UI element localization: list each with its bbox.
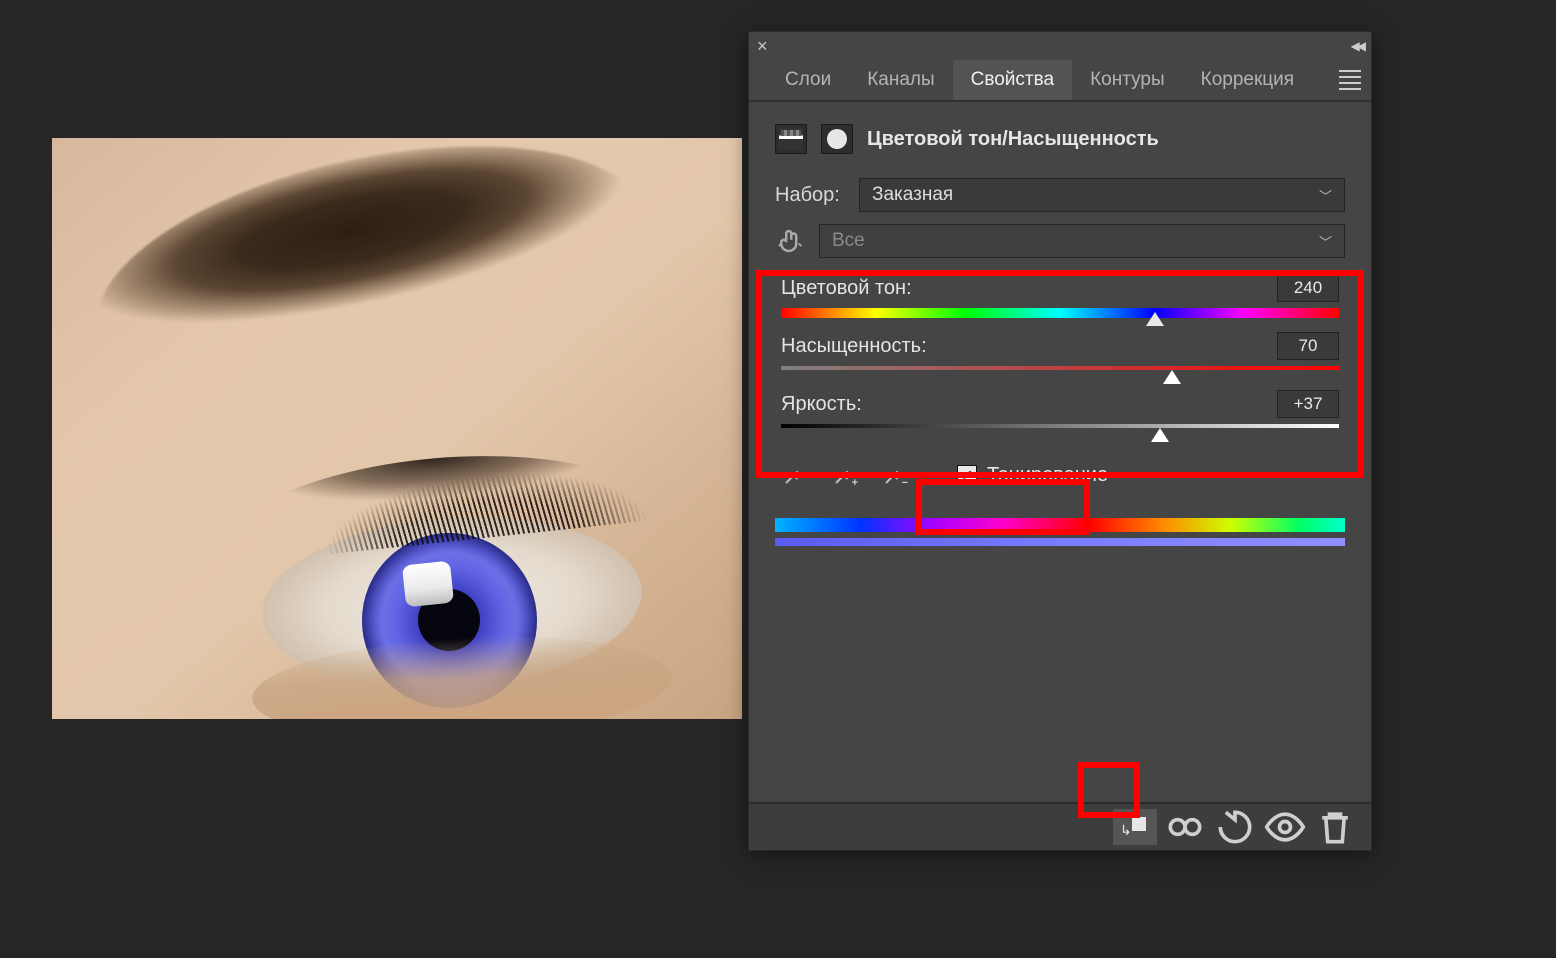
spectrum-input <box>775 518 1345 532</box>
preset-select[interactable]: Заказная ﹀ <box>859 178 1345 212</box>
panel-tabs: Слои Каналы Свойства Контуры Коррекция <box>749 60 1371 102</box>
lightness-slider[interactable] <box>781 424 1339 434</box>
hue-value-input[interactable]: 240 <box>1277 274 1339 302</box>
tab-channels[interactable]: Каналы <box>849 60 952 100</box>
saturation-label: Насыщенность: <box>781 335 927 358</box>
eyedropper-subtract-button[interactable]: − <box>875 456 913 494</box>
delete-button[interactable] <box>1313 809 1357 845</box>
eyedropper-add-button[interactable]: + <box>825 456 863 494</box>
colorize-checkbox[interactable]: ✔ <box>957 465 977 485</box>
chevron-down-icon: ﹀ <box>1319 186 1332 205</box>
targeted-adjustment-icon[interactable] <box>775 226 805 256</box>
saturation-value-input[interactable]: 70 <box>1277 332 1339 360</box>
toggle-visibility-button[interactable] <box>1263 809 1307 845</box>
hue-slider-thumb[interactable] <box>1146 312 1164 326</box>
eyedropper-button[interactable] <box>775 456 813 494</box>
canvas-preview <box>52 138 742 719</box>
adjustment-title: Цветовой тон/Насыщенность <box>867 128 1159 151</box>
panel-footer: ↳ <box>749 802 1371 850</box>
illustration-brow <box>74 138 670 444</box>
clip-to-layer-button[interactable]: ↳ <box>1113 809 1157 845</box>
lightness-value-input[interactable]: +37 <box>1277 390 1339 418</box>
spectrum-output <box>775 538 1345 546</box>
color-range-select[interactable]: Все ﹀ <box>819 224 1345 258</box>
close-icon[interactable]: × <box>757 36 768 57</box>
spectrum-preview <box>749 504 1371 566</box>
view-previous-state-button[interactable] <box>1163 809 1207 845</box>
tab-paths[interactable]: Контуры <box>1072 60 1183 100</box>
hue-label: Цветовой тон: <box>781 277 912 300</box>
panel-menu-icon[interactable] <box>1339 69 1361 91</box>
preset-value: Заказная <box>872 184 953 206</box>
colorize-label: Тонирование <box>987 464 1108 487</box>
collapse-icon[interactable]: ◀◀ <box>1351 39 1363 53</box>
preset-label: Набор: <box>775 184 845 207</box>
color-range-value: Все <box>832 230 865 252</box>
saturation-slider-thumb[interactable] <box>1163 370 1181 384</box>
properties-panel: × ◀◀ Слои Каналы Свойства Контуры Коррек… <box>748 31 1372 851</box>
tab-properties[interactable]: Свойства <box>953 60 1072 100</box>
hue-slider[interactable] <box>781 308 1339 318</box>
saturation-slider[interactable] <box>781 366 1339 376</box>
layer-mask-icon[interactable] <box>821 124 853 154</box>
tab-layers[interactable]: Слои <box>767 60 849 100</box>
chevron-down-icon: ﹀ <box>1319 232 1332 251</box>
lightness-slider-thumb[interactable] <box>1151 428 1169 442</box>
adjustment-type-icon[interactable] <box>775 124 807 154</box>
lightness-label: Яркость: <box>781 393 862 416</box>
tab-adjustments[interactable]: Коррекция <box>1183 60 1312 100</box>
reset-button[interactable] <box>1213 809 1257 845</box>
